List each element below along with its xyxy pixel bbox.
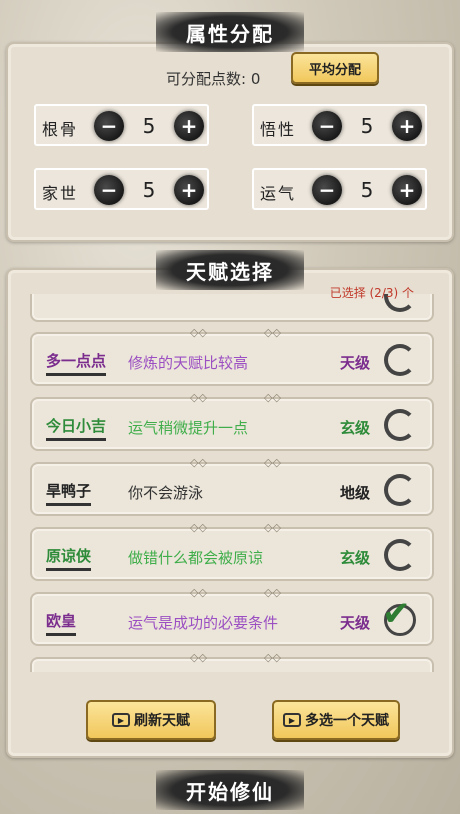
talent-list[interactable]: ◇◇ ◇◇ 多一点点 修炼的天赋比较高 天级 ◇◇ ◇◇ 今日小吉 运气稍微提升…	[24, 294, 440, 672]
ornament-icon: ◇◇	[190, 651, 207, 664]
select-ring-icon[interactable]	[384, 409, 416, 441]
video-icon: ▶	[112, 713, 130, 727]
attr-value: 5	[360, 114, 374, 138]
talent-desc: 做错什么都会被原谅	[128, 549, 264, 567]
ornament-icon: ◇◇	[264, 521, 281, 534]
ornament-icon: ◇◇	[264, 586, 281, 599]
attr-label: 根骨	[42, 120, 79, 139]
minus-button[interactable]: −	[94, 175, 124, 205]
extra-label: 多选一个天赋	[305, 713, 389, 729]
start-cultivation-button[interactable]: 开始修仙	[156, 770, 304, 810]
minus-button[interactable]: −	[312, 111, 342, 141]
plus-button[interactable]: +	[392, 175, 422, 205]
ornament-icon: ◇◇	[264, 326, 281, 339]
ornament-icon: ◇◇	[190, 326, 207, 339]
talent-grade: 地级	[340, 484, 371, 502]
talent-desc: 运气是成功的必要条件	[128, 614, 279, 632]
minus-button[interactable]: −	[94, 111, 124, 141]
talent-name: 今日小吉	[46, 415, 107, 441]
ornament-icon: ◇◇	[264, 651, 281, 664]
ornament-icon: ◇◇	[190, 521, 207, 534]
refresh-talents-button[interactable]: ▶ 刷新天赋	[86, 700, 216, 740]
talent-row[interactable]: ◇◇ ◇◇ 旱鸭子 你不会游泳 地级	[30, 456, 434, 516]
attr-value: 5	[360, 178, 374, 202]
ornament-icon: ◇◇	[264, 456, 281, 469]
talent-name: 多一点点	[46, 350, 107, 376]
talent-grade: 天级	[340, 354, 371, 372]
attr-jiashi: 家世 − 5 +	[34, 168, 209, 210]
attr-title-banner: 属性分配	[156, 12, 304, 52]
talent-grade: 玄级	[340, 419, 371, 437]
talent-desc: 运气稍微提升一点	[128, 419, 249, 437]
checkmark-icon: ✔	[382, 594, 411, 634]
talent-row[interactable]: ◇◇ ◇◇ 欧皇 运气是成功的必要条件 天级 ✔	[30, 586, 434, 646]
ornament-icon: ◇◇	[190, 586, 207, 599]
select-ring-icon[interactable]	[384, 344, 416, 376]
attr-value: 5	[142, 178, 156, 202]
talent-desc: 你不会游泳	[128, 484, 204, 502]
talent-grade: 玄级	[340, 549, 371, 567]
attr-value: 5	[142, 114, 156, 138]
ornament-icon: ◇◇	[190, 391, 207, 404]
minus-button[interactable]: −	[312, 175, 342, 205]
selected-count: 已选择 (2/3) 个	[329, 286, 414, 300]
plus-button[interactable]: +	[174, 175, 204, 205]
available-points: 可分配点数: 0	[166, 70, 261, 88]
attr-label: 悟性	[260, 120, 297, 139]
talent-name: 欧皇	[46, 610, 77, 636]
attr-genggu: 根骨 − 5 +	[34, 104, 209, 146]
talent-panel: 已选择 (2/3) 个 ◇◇ ◇◇ 多一点点 修炼的天赋比较高 天级 ◇◇ ◇◇…	[6, 268, 454, 758]
video-icon: ▶	[283, 713, 301, 727]
talent-name: 旱鸭子	[46, 480, 92, 506]
talent-name: 原谅侠	[46, 545, 92, 571]
talent-row-partial[interactable]: ◇◇ ◇◇	[30, 651, 434, 672]
plus-button[interactable]: +	[174, 111, 204, 141]
attribute-panel: 可分配点数: 0 平均分配 根骨 − 5 + 悟性 − 5 + 家世 − 5 +…	[6, 42, 454, 242]
attr-yunqi: 运气 − 5 +	[252, 168, 427, 210]
select-ring-icon[interactable]	[384, 539, 416, 571]
talent-title-banner: 天赋选择	[156, 250, 304, 290]
talent-desc: 修炼的天赋比较高	[128, 354, 249, 372]
talent-row[interactable]: ◇◇ ◇◇ 多一点点 修炼的天赋比较高 天级	[30, 326, 434, 386]
average-allocate-button[interactable]: 平均分配	[291, 52, 379, 84]
plus-button[interactable]: +	[392, 111, 422, 141]
talent-grade: 天级	[340, 614, 371, 632]
ornament-icon: ◇◇	[264, 391, 281, 404]
attr-label: 家世	[42, 184, 79, 203]
extra-talent-button[interactable]: ▶ 多选一个天赋	[272, 700, 400, 740]
refresh-label: 刷新天赋	[134, 713, 190, 729]
attr-wuxing: 悟性 − 5 +	[252, 104, 427, 146]
select-ring-icon[interactable]	[384, 474, 416, 506]
ornament-icon: ◇◇	[190, 456, 207, 469]
talent-row[interactable]: ◇◇ ◇◇ 原谅侠 做错什么都会被原谅 玄级	[30, 521, 434, 581]
talent-row[interactable]: ◇◇ ◇◇ 今日小吉 运气稍微提升一点 玄级	[30, 391, 434, 451]
attr-label: 运气	[260, 184, 297, 203]
